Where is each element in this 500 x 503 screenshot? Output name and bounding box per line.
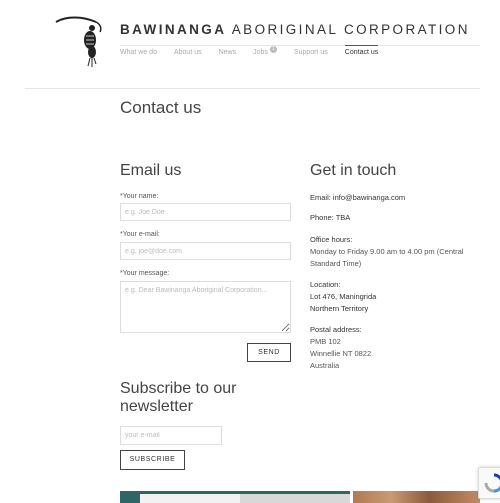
email-us-heading: Email us [120, 162, 182, 179]
message-textarea[interactable] [120, 281, 291, 333]
nav-item-jobs-label: Jobs [253, 49, 268, 56]
office-hours-title: Office hours: [310, 235, 353, 244]
nav-item-about-us[interactable]: About us [174, 49, 202, 65]
nav-item-news[interactable]: News [219, 49, 237, 65]
newsletter-email-input[interactable] [120, 426, 222, 445]
postal-title: Postal address: [310, 325, 362, 334]
email-label: *Your e-mail: [120, 231, 160, 238]
jobs-count-badge: 1 [269, 46, 277, 53]
location: Location: Lot 476, Maningrida Northern T… [310, 279, 480, 315]
email-label-text: Your e-mail: [122, 231, 160, 238]
brand-title[interactable]: BAWINANGA ABORIGINAL CORPORATION [120, 22, 470, 37]
nav-item-jobs[interactable]: Jobs 1 [253, 46, 277, 65]
banner-overlay [240, 494, 350, 503]
message-label-text: Your message: [122, 270, 170, 277]
office-hours: Office hours: Monday to Friday 9.00 am t… [310, 234, 480, 270]
location-line: Northern Territory [310, 304, 369, 313]
name-input[interactable] [120, 203, 291, 221]
brand-title-rest: ABORIGINAL CORPORATION [226, 22, 470, 37]
office-hours-text: Monday to Friday 9.00 am to 4.00 pm (Cen… [310, 247, 464, 268]
location-line: Lot 476, Maningrida [310, 292, 377, 301]
name-label: *Your name: [120, 193, 158, 200]
contact-phone: Phone: TBA [310, 213, 351, 222]
get-in-touch-heading: Get in touch [310, 162, 397, 179]
nav-divider [120, 45, 480, 46]
main-nav: What we do About us News Jobs 1 Support u… [120, 45, 395, 65]
subscribe-button[interactable]: SUBSCRIBE [120, 450, 185, 470]
brand-title-bold: BAWINANGA [120, 22, 227, 37]
send-button[interactable]: SEND [247, 343, 291, 362]
footer-banner-image[interactable] [120, 491, 350, 503]
newsletter-heading: Subscribe to our newsletter [120, 380, 237, 415]
nav-item-what-we-do[interactable]: What we do [120, 49, 157, 65]
recaptcha-badge[interactable] [478, 467, 500, 499]
nav-item-support-us[interactable]: Support us [294, 49, 328, 65]
footer-art-image[interactable] [353, 491, 480, 503]
postal-address: Postal address: PMB 102 Winnellie NT 082… [310, 324, 480, 372]
location-title: Location: [310, 280, 341, 289]
bawinanga-logo[interactable] [52, 14, 108, 70]
postal-line: Winnellie NT 0822 [310, 349, 372, 358]
banner-overlay [140, 494, 240, 503]
recaptcha-icon [484, 473, 500, 493]
contact-email[interactable]: Email: info@bawinanga.com [310, 192, 405, 204]
logo-figure-icon [55, 16, 102, 67]
message-label: *Your message: [120, 270, 169, 277]
email-input[interactable] [120, 242, 291, 260]
nav-item-contact-us[interactable]: Contact us [344, 45, 379, 65]
postal-line: PMB 102 [310, 337, 341, 346]
postal-line: Australia [310, 361, 340, 370]
header-divider [25, 88, 480, 89]
page-title: Contact us [120, 98, 202, 117]
name-label-text: Your name: [122, 193, 159, 200]
